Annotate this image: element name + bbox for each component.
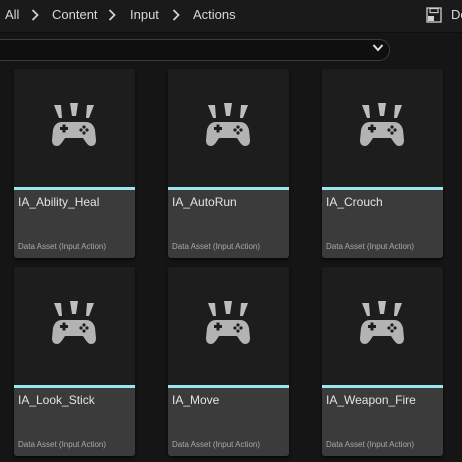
gamepad-icon: [52, 103, 96, 146]
asset-thumbnail: [322, 267, 443, 385]
asset-info: IA_Weapon_Fire Data Asset (Input Action): [322, 388, 443, 456]
asset-name: IA_AutoRun: [172, 195, 237, 209]
asset-thumbnail: [14, 267, 135, 385]
gamepad-icon: [360, 301, 404, 344]
asset-info: IA_Ability_Heal Data Asset (Input Action…: [14, 190, 135, 258]
asset-info: IA_Look_Stick Data Asset (Input Action): [14, 388, 135, 456]
asset-name: IA_Look_Stick: [18, 393, 95, 407]
asset-tile[interactable]: IA_Move Data Asset (Input Action): [168, 267, 289, 456]
asset-type: Data Asset (Input Action): [18, 242, 107, 251]
chevron-down-icon[interactable]: [372, 43, 384, 53]
breadcrumb-item-input[interactable]: Input: [130, 7, 159, 23]
gamepad-icon: [206, 103, 250, 146]
breadcrumb-item-content[interactable]: Content: [52, 7, 98, 23]
gamepad-icon: [360, 103, 404, 146]
gamepad-icon: [206, 301, 250, 344]
asset-name: IA_Move: [172, 393, 220, 407]
asset-name: IA_Ability_Heal: [18, 195, 100, 209]
asset-info: IA_AutoRun Data Asset (Input Action): [168, 190, 289, 258]
asset-tile[interactable]: IA_Ability_Heal Data Asset (Input Action…: [14, 69, 135, 258]
save-all-label[interactable]: De: [451, 7, 462, 23]
breadcrumb-item-actions[interactable]: Actions: [193, 7, 236, 23]
asset-thumbnail: [14, 69, 135, 187]
asset-type: Data Asset (Input Action): [326, 242, 415, 251]
asset-name: IA_Weapon_Fire: [326, 393, 416, 407]
asset-thumbnail: [168, 267, 289, 385]
asset-thumbnail: [322, 69, 443, 187]
search-input[interactable]: [0, 39, 390, 61]
gamepad-icon: [52, 301, 96, 344]
asset-type: Data Asset (Input Action): [172, 242, 261, 251]
asset-type: Data Asset (Input Action): [326, 440, 415, 449]
asset-thumbnail: [168, 69, 289, 187]
asset-name: IA_Crouch: [326, 195, 383, 209]
breadcrumb-item-all[interactable]: All: [5, 7, 19, 23]
chevron-right-icon: [31, 9, 39, 21]
asset-type: Data Asset (Input Action): [18, 440, 107, 449]
search-row: [0, 33, 462, 67]
save-all-icon[interactable]: [426, 7, 442, 23]
asset-tile[interactable]: IA_Look_Stick Data Asset (Input Action): [14, 267, 135, 456]
breadcrumb: All Content Input Actions De: [0, 0, 462, 33]
chevron-right-icon: [172, 9, 180, 21]
asset-type: Data Asset (Input Action): [172, 440, 261, 449]
asset-tile[interactable]: IA_AutoRun Data Asset (Input Action): [168, 69, 289, 258]
asset-info: IA_Crouch Data Asset (Input Action): [322, 190, 443, 258]
asset-tile[interactable]: IA_Crouch Data Asset (Input Action): [322, 69, 443, 258]
chevron-right-icon: [108, 9, 116, 21]
asset-tile[interactable]: IA_Weapon_Fire Data Asset (Input Action): [322, 267, 443, 456]
asset-info: IA_Move Data Asset (Input Action): [168, 388, 289, 456]
content-browser: All Content Input Actions De: [0, 0, 462, 462]
